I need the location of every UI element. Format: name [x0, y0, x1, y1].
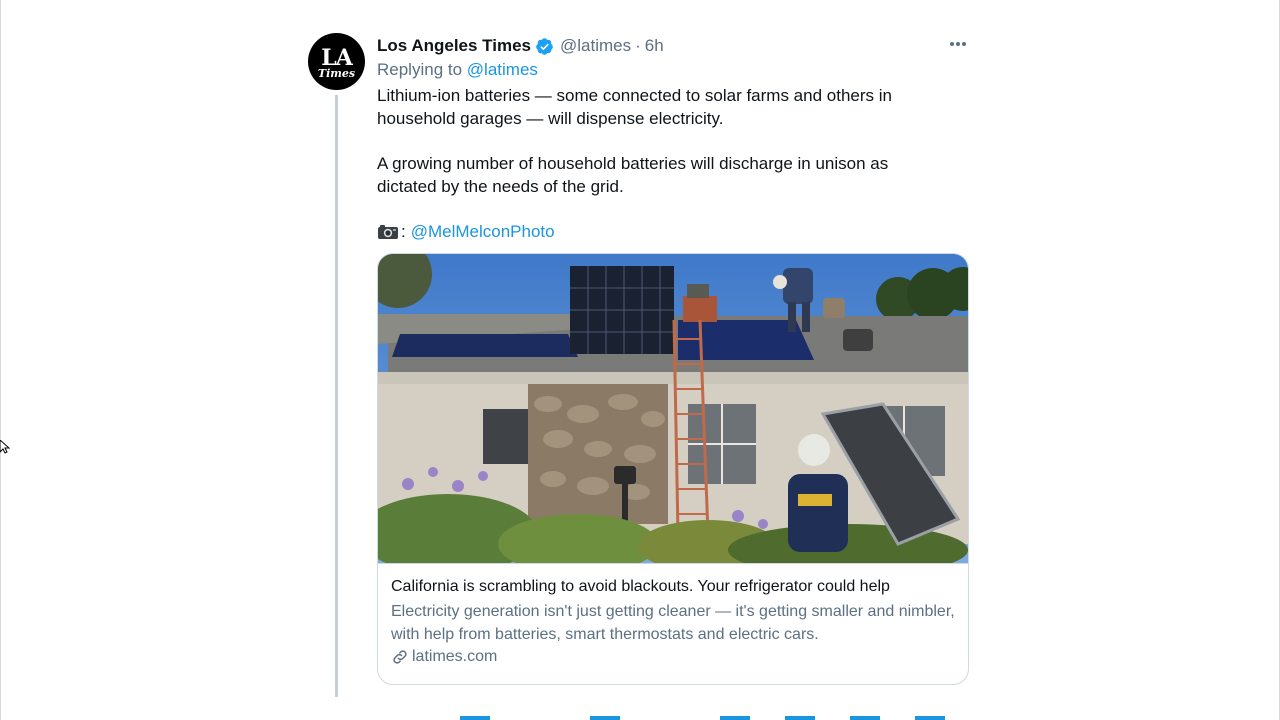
photo-credit-line: : @MelMelconPhoto	[377, 220, 937, 243]
avatar[interactable]: LA Times	[308, 33, 365, 90]
card-image	[378, 254, 968, 564]
verified-badge-icon	[536, 37, 553, 55]
thread-connector-line	[335, 95, 338, 697]
photo-credit-separator: :	[401, 222, 406, 241]
photo-credit-link[interactable]: @MelMelconPhoto	[411, 220, 555, 243]
page-left-border	[0, 0, 1, 720]
tweet-paragraph-1: Lithium-ion batteries — some connected t…	[377, 86, 892, 128]
avatar-logo-line1: LA	[321, 44, 353, 71]
card-domain-line: latimes.com	[391, 648, 955, 666]
tweet-paragraph-2: A growing number of household batteries …	[377, 154, 889, 196]
tweet-page: LA Times Los Angeles Times @latimes · 6h…	[0, 0, 1280, 720]
replying-prefix: Replying to	[377, 60, 463, 79]
replying-to-link[interactable]: @latimes	[467, 60, 538, 79]
tweet-header: Los Angeles Times @latimes · 6h	[377, 35, 664, 57]
card-description: Electricity generation isn't just gettin…	[391, 603, 955, 643]
link-icon	[393, 650, 407, 664]
tweet-timestamp[interactable]: 6h	[645, 36, 664, 56]
more-dot	[962, 42, 966, 46]
avatar-logo-line2: Times	[317, 66, 356, 80]
mouse-cursor-icon	[0, 440, 10, 454]
card-text: California is scrambling to avoid blacko…	[378, 564, 968, 666]
card-title: California is scrambling to avoid blacko…	[391, 578, 890, 595]
more-dot	[950, 42, 954, 46]
more-dot	[956, 42, 960, 46]
more-options-icon[interactable]	[946, 34, 970, 54]
camera-icon	[378, 224, 398, 239]
replying-to-line: Replying to @latimes	[377, 60, 538, 80]
link-preview-card[interactable]: California is scrambling to avoid blacko…	[377, 253, 969, 685]
author-handle[interactable]: @latimes	[560, 36, 631, 56]
author-name[interactable]: Los Angeles Times	[377, 36, 531, 56]
card-domain: latimes.com	[412, 648, 498, 665]
next-tweet-peek	[460, 716, 945, 720]
header-separator: ·	[635, 36, 641, 55]
tweet-body: Lithium-ion batteries — some connected t…	[377, 84, 937, 243]
